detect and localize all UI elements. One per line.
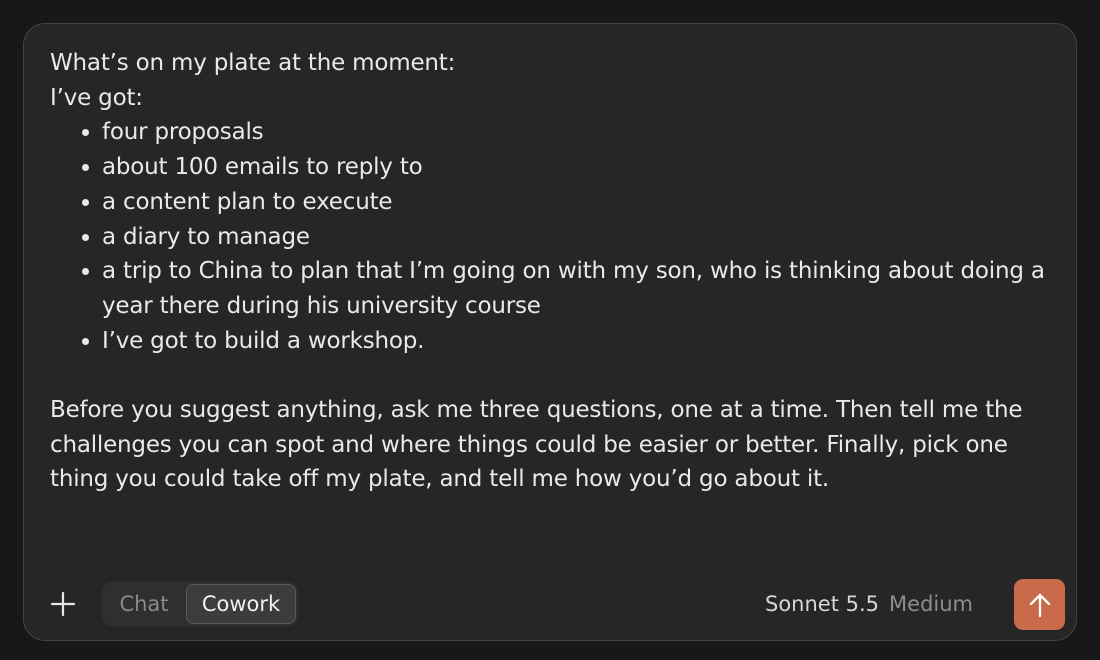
add-attachment-button[interactable] (46, 587, 80, 621)
task-list-item: four proposals (102, 115, 1050, 150)
mode-cowork-tab[interactable]: Cowork (186, 584, 296, 624)
intro-line-2: I’ve got: (50, 84, 143, 111)
composer-toolbar: Chat Cowork Sonnet 5.5 Medium (24, 579, 1076, 630)
mode-toggle: Chat Cowork (102, 582, 298, 626)
plus-icon (50, 591, 76, 617)
arrow-up-icon (1029, 593, 1050, 617)
model-effort: Medium (889, 592, 974, 616)
task-list-item: I’ve got to build a workshop. (102, 324, 1050, 359)
task-list-item: a trip to China to plan that I’m going o… (102, 254, 1050, 323)
mode-chat-tab[interactable]: Chat (102, 582, 186, 626)
model-name: Sonnet 5.5 (765, 592, 880, 616)
task-list-item: about 100 emails to reply to (102, 150, 1050, 185)
message-composer[interactable]: What’s on my plate at the moment: I’ve g… (23, 23, 1077, 641)
task-list-item: a diary to manage (102, 220, 1050, 255)
model-selector[interactable]: Sonnet 5.5 Medium (765, 582, 973, 626)
task-list: four proposals about 100 emails to reply… (50, 115, 1050, 358)
message-text[interactable]: What’s on my plate at the moment: I’ve g… (50, 46, 1050, 497)
send-button[interactable] (1014, 579, 1065, 630)
task-list-item: a content plan to execute (102, 185, 1050, 220)
closing-paragraph: Before you suggest anything, ask me thre… (50, 397, 1023, 493)
intro-line-1: What’s on my plate at the moment: (50, 50, 456, 76)
